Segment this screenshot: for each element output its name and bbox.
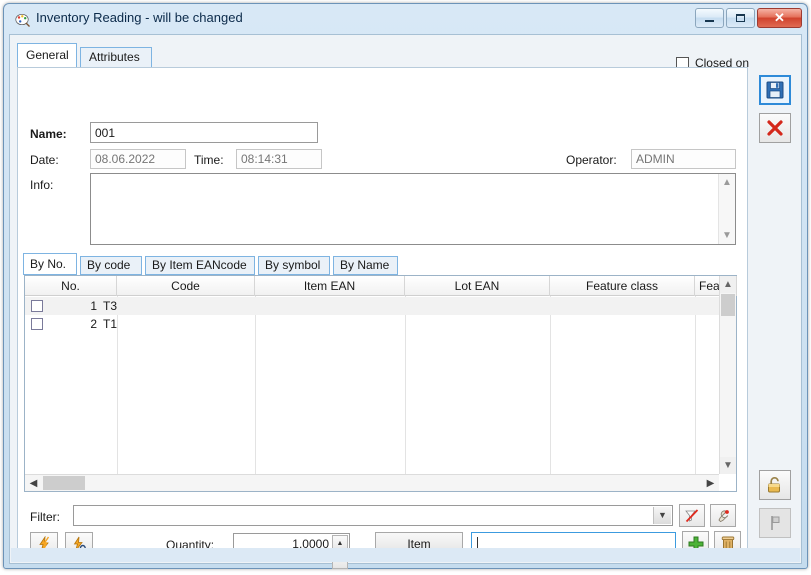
chevron-down-icon[interactable]: ▼ [653,507,671,524]
filter-combobox[interactable]: ▼ [73,505,673,526]
scroll-right-icon[interactable]: ▶ [702,475,719,491]
grid-header-code[interactable]: Code [117,276,255,296]
operator-input[interactable] [631,149,736,169]
name-input[interactable] [90,122,318,143]
horizontal-scroll-thumb[interactable] [43,476,85,490]
name-label: Name: [30,127,67,141]
info-label: Info: [30,178,54,192]
table-row[interactable]: 2 T1 [25,315,736,333]
search-tab-by-code[interactable]: By code [80,256,142,275]
padlock-open-icon [768,477,780,493]
grid-header-feature-class[interactable]: Feature class [550,276,695,296]
general-panel: Name: Date: Time: Operator: Info: ▲ ▼ [17,67,748,569]
date-input[interactable] [90,149,186,169]
inventory-reading-window: Inventory Reading - will be changed ✕ Ge… [3,3,808,569]
filter-label: Filter: [30,510,60,524]
desktop-background: Inventory Reading - will be changed ✕ Ge… [0,0,811,575]
close-button[interactable]: ✕ [757,8,802,28]
maximize-icon [727,9,754,27]
unlock-button[interactable] [759,470,791,500]
date-label: Date: [30,153,59,167]
minimize-icon [696,9,723,27]
scroll-down-icon[interactable]: ▼ [720,457,736,474]
cancel-x-icon [767,120,783,136]
close-icon: ✕ [774,10,785,25]
search-tabs: By No. By code By Item EANcode By symbol… [23,253,743,275]
scroll-up-icon[interactable]: ▲ [720,276,736,293]
chevron-up-icon[interactable]: ▲ [719,174,735,191]
flag-bookmark-icon [771,516,780,530]
grid-header-lot-ean[interactable]: Lot EAN [405,276,550,296]
grid-header-row: No. Code Item EAN Lot EAN Feature class … [25,276,737,296]
wrench-filter-icon [718,509,729,522]
client-area: General Attributes Closed on Name: Date:… [9,34,802,569]
row-checkbox[interactable] [31,318,43,330]
info-textarea[interactable]: ▲ ▼ [90,173,736,245]
window-title: Inventory Reading - will be changed [36,10,243,25]
app-palette-icon [15,13,30,27]
status-strip [11,548,800,562]
title-bar[interactable]: Inventory Reading - will be changed ✕ [4,4,807,34]
info-scrollbar[interactable]: ▲ ▼ [718,174,735,244]
grid-horizontal-scrollbar[interactable]: ◀ ▶ [25,474,719,491]
search-tab-by-symbol[interactable]: By symbol [258,256,330,275]
cell-no: 1 [90,299,97,313]
window-controls: ✕ [695,8,802,28]
grid-header-item-ean[interactable]: Item EAN [255,276,405,296]
chevron-down-icon[interactable]: ▼ [719,227,735,244]
readings-grid[interactable]: No. Code Item EAN Lot EAN Feature class … [24,275,737,492]
cell-code: T1 [103,317,118,331]
scroll-left-icon[interactable]: ◀ [25,475,42,491]
filter-settings-button[interactable] [710,504,736,527]
vertical-scroll-thumb[interactable] [721,294,735,316]
grid-header-no[interactable]: No. [25,276,117,296]
cell-code: T3 [103,299,118,313]
cell-no: 2 [90,317,97,331]
save-button[interactable] [759,75,791,105]
save-floppy-icon [766,81,784,99]
table-row[interactable]: 1 T3 [25,297,736,315]
minimize-button[interactable] [695,8,724,28]
row-checkbox[interactable] [31,300,43,312]
operator-label: Operator: [566,153,617,167]
search-tab-by-no[interactable]: By No. [23,253,77,275]
grid-vertical-scrollbar[interactable]: ▲ ▼ [719,276,736,474]
search-tab-by-name[interactable]: By Name [333,256,398,275]
clear-filter-icon [685,508,699,522]
maximize-button[interactable] [726,8,755,28]
time-input[interactable] [236,149,322,169]
clear-filter-button[interactable] [679,504,705,527]
tab-general[interactable]: General [17,43,77,67]
time-label: Time: [194,153,224,167]
cancel-button[interactable] [759,113,791,143]
flag-button [759,508,791,538]
search-tab-by-item-eancode[interactable]: By Item EANcode [145,256,255,275]
tab-attributes[interactable]: Attributes [80,47,152,67]
